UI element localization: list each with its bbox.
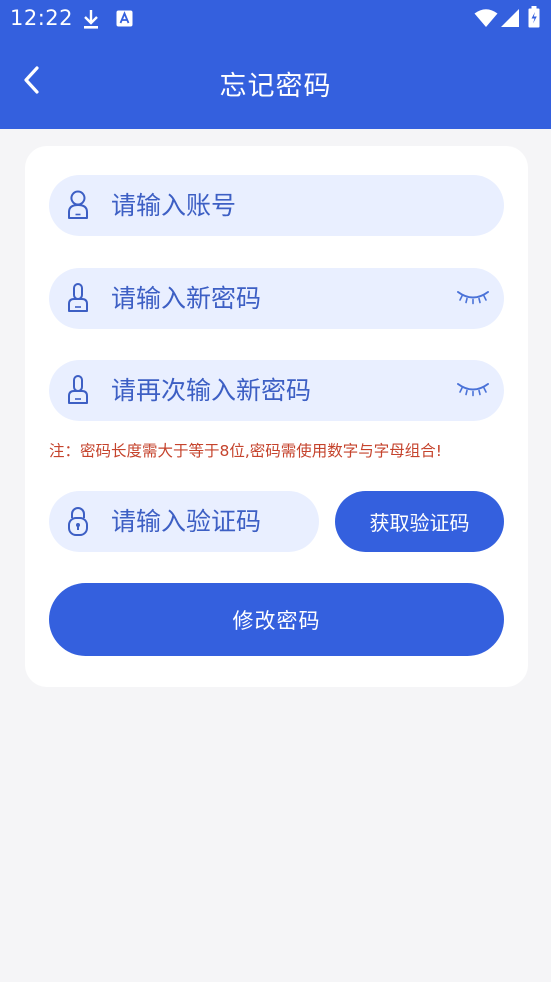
lock-icon [67,505,89,537]
eye-closed-icon[interactable] [456,380,490,400]
account-input[interactable] [111,175,441,236]
wifi-icon [474,8,498,32]
new-password-input[interactable] [111,268,441,329]
page-title: 忘记密码 [219,71,332,102]
verify-code-field[interactable] [49,491,319,552]
get-code-button[interactable]: 获取验证码 [335,491,504,552]
signal-icon [500,8,520,32]
verify-code-input[interactable] [111,491,311,552]
new-password-field[interactable] [49,268,504,329]
battery-icon [528,6,540,32]
header: 12:22 忘记密码 [0,0,551,129]
status-time: 12:22 [10,6,74,30]
submit-button[interactable]: 修改密码 [49,583,504,656]
form-card: 注：密码长度需大于等于8位,密码需使用数字与字母组合! 获取验证码 修改密码 [25,146,528,687]
navigation-bar: 忘记密码 [0,38,551,129]
eye-closed-icon[interactable] [456,288,490,308]
person-icon [67,189,89,221]
download-icon [82,8,100,34]
password-rule-note: 注：密码长度需大于等于8位,密码需使用数字与字母组合! [49,442,443,460]
a-notification-icon [116,10,133,31]
confirm-password-field[interactable] [49,360,504,421]
confirm-password-input[interactable] [111,360,441,421]
key-icon [67,282,89,314]
key-icon [67,374,89,406]
account-field[interactable] [49,175,504,236]
status-bar: 12:22 [0,0,551,38]
